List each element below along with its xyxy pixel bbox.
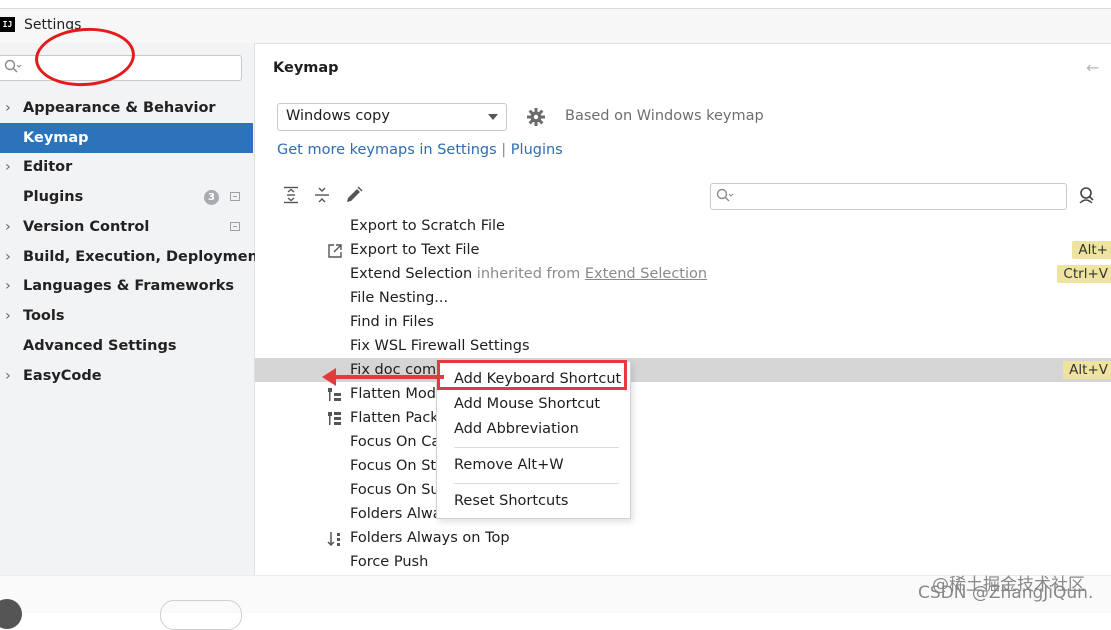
title-bar: IJ Settings <box>0 8 1111 44</box>
sidebar-item-label: Tools <box>23 308 65 324</box>
watermark-csdn: CSDN @ZhangJiQun. <box>918 583 1094 603</box>
sidebar-item-keymap[interactable]: Keymap <box>0 123 253 153</box>
inherited-link[interactable]: Extend Selection <box>585 266 707 282</box>
actions-search-input[interactable] <box>710 183 1067 210</box>
annotation-arrow <box>322 368 444 386</box>
sidebar-item-label: Version Control <box>23 219 150 235</box>
action-row[interactable]: Focus On Sta <box>255 454 1111 478</box>
project-level-icon <box>230 222 240 231</box>
action-label: Folders Alwa <box>350 506 442 522</box>
keymap-select-value: Windows copy <box>286 108 390 124</box>
app-icon: IJ <box>0 17 15 32</box>
gear-icon[interactable] <box>526 107 546 131</box>
chevron-right-icon: › <box>5 308 11 324</box>
sidebar-item-build-execution-deployment[interactable]: › Build, Execution, Deployment <box>0 242 265 272</box>
search-icon <box>4 59 22 79</box>
menu-item-reset-shortcuts[interactable]: Reset Shortcuts <box>454 493 568 509</box>
shortcut-badge: Alt+ <box>1072 241 1111 259</box>
page-title: Keymap <box>273 60 339 76</box>
action-row[interactable]: Focus On Su <box>255 478 1111 502</box>
sidebar-item-appearance-behavior[interactable]: › Appearance & Behavior <box>0 93 253 123</box>
keymap-links: Get more keymaps in Settings | Plugins <box>277 142 563 158</box>
menu-item-add-abbreviation[interactable]: Add Abbreviation <box>454 421 579 437</box>
action-row[interactable]: Export to Scratch File <box>255 214 1111 238</box>
inherited-text: inherited from <box>476 266 581 282</box>
collapse-all-icon[interactable] <box>314 186 330 208</box>
menu-item-add-mouse-shortcut[interactable]: Add Mouse Shortcut <box>454 396 600 412</box>
avatar <box>0 599 22 629</box>
settings-sidebar: › Appearance & Behavior Keymap › Editor … <box>0 43 265 575</box>
action-label: Focus On Ca <box>350 434 441 450</box>
menu-item-remove-shortcut[interactable]: Remove Alt+W <box>454 457 564 473</box>
chevron-right-icon: › <box>5 368 11 384</box>
action-label: Focus On Sta <box>350 458 446 474</box>
link-separator: | <box>501 142 507 158</box>
sidebar-item-label: EasyCode <box>23 368 102 384</box>
action-row[interactable]: Focus On Ca <box>255 430 1111 454</box>
action-label: Fix WSL Firewall Settings <box>350 338 530 354</box>
sidebar-item-advanced-settings[interactable]: Advanced Settings <box>0 331 253 361</box>
menu-divider <box>454 483 619 484</box>
chevron-right-icon: › <box>5 219 11 235</box>
sidebar-item-plugins[interactable]: Plugins 3 <box>0 182 253 212</box>
action-row[interactable]: Extend Selection inherited from Extend S… <box>255 262 1111 286</box>
edit-shortcut-icon[interactable] <box>345 186 363 208</box>
shortcut-badge: Ctrl+V <box>1057 265 1111 283</box>
sidebar-item-label: Plugins <box>23 189 84 205</box>
sidebar-item-label: Languages & Frameworks <box>23 278 235 294</box>
action-label: Folders Always on Top <box>350 530 510 546</box>
action-label-group: Extend Selection inherited from Extend S… <box>350 262 707 286</box>
sidebar-item-languages-frameworks[interactable]: › Languages & Frameworks <box>0 271 253 301</box>
action-label: Extend Selection <box>350 266 473 282</box>
chevron-right-icon: › <box>5 249 11 265</box>
action-row[interactable]: Flatten Packa <box>255 406 1111 430</box>
sidebar-item-tools[interactable]: › Tools <box>0 301 253 331</box>
sidebar-item-label: Appearance & Behavior <box>23 100 216 116</box>
project-level-icon <box>230 192 240 201</box>
annotation-highlight-box <box>437 360 627 390</box>
action-row[interactable]: Export to Text File Alt+ <box>255 238 1111 262</box>
action-row[interactable]: Find in Files <box>255 310 1111 334</box>
expand-all-icon[interactable] <box>283 186 299 208</box>
action-label: Focus On Su <box>350 482 440 498</box>
chevron-right-icon: › <box>5 278 11 294</box>
actions-tree: Export to Scratch File Export to Text Fi… <box>255 214 1111 575</box>
action-label: Export to Text File <box>350 242 480 258</box>
sidebar-item-label: Advanced Settings <box>23 338 177 354</box>
action-label: Find in Files <box>350 314 434 330</box>
action-label: Export to Scratch File <box>350 218 505 234</box>
sidebar-item-label: Build, Execution, Deployment <box>23 249 265 265</box>
sidebar-item-version-control[interactable]: › Version Control <box>0 212 253 242</box>
keymap-select[interactable]: Windows copy <box>277 103 507 131</box>
sidebar-item-easycode[interactable]: › EasyCode <box>0 361 253 391</box>
plugins-link[interactable]: Plugins <box>511 142 563 158</box>
find-by-shortcut-icon[interactable] <box>1078 186 1098 210</box>
action-row[interactable]: Folders Always on Top <box>255 526 1111 550</box>
chevron-right-icon: › <box>5 159 11 175</box>
settings-link[interactable]: Get more keymaps in Settings <box>277 142 497 158</box>
action-row[interactable]: Fix WSL Firewall Settings <box>255 334 1111 358</box>
action-label: Flatten Packa <box>350 410 448 426</box>
menu-divider <box>454 447 619 448</box>
follow-button[interactable] <box>160 600 242 630</box>
update-count-badge: 3 <box>204 190 219 205</box>
back-arrow-icon[interactable]: ← <box>1086 58 1099 77</box>
chevron-right-icon: › <box>5 100 11 116</box>
dropdown-arrow-icon <box>488 114 498 120</box>
action-label: Force Push <box>350 554 429 570</box>
action-row[interactable]: Folders Alwa <box>255 502 1111 526</box>
sidebar-item-label: Keymap <box>23 130 89 146</box>
action-label: File Nesting... <box>350 290 449 306</box>
based-on-text: Based on Windows keymap <box>565 108 764 124</box>
sidebar-item-label: Editor <box>23 159 73 175</box>
sidebar-item-editor[interactable]: › Editor <box>0 152 253 182</box>
search-icon <box>716 188 734 208</box>
shortcut-badge: Alt+V <box>1063 361 1111 379</box>
action-row[interactable]: File Nesting... <box>255 286 1111 310</box>
